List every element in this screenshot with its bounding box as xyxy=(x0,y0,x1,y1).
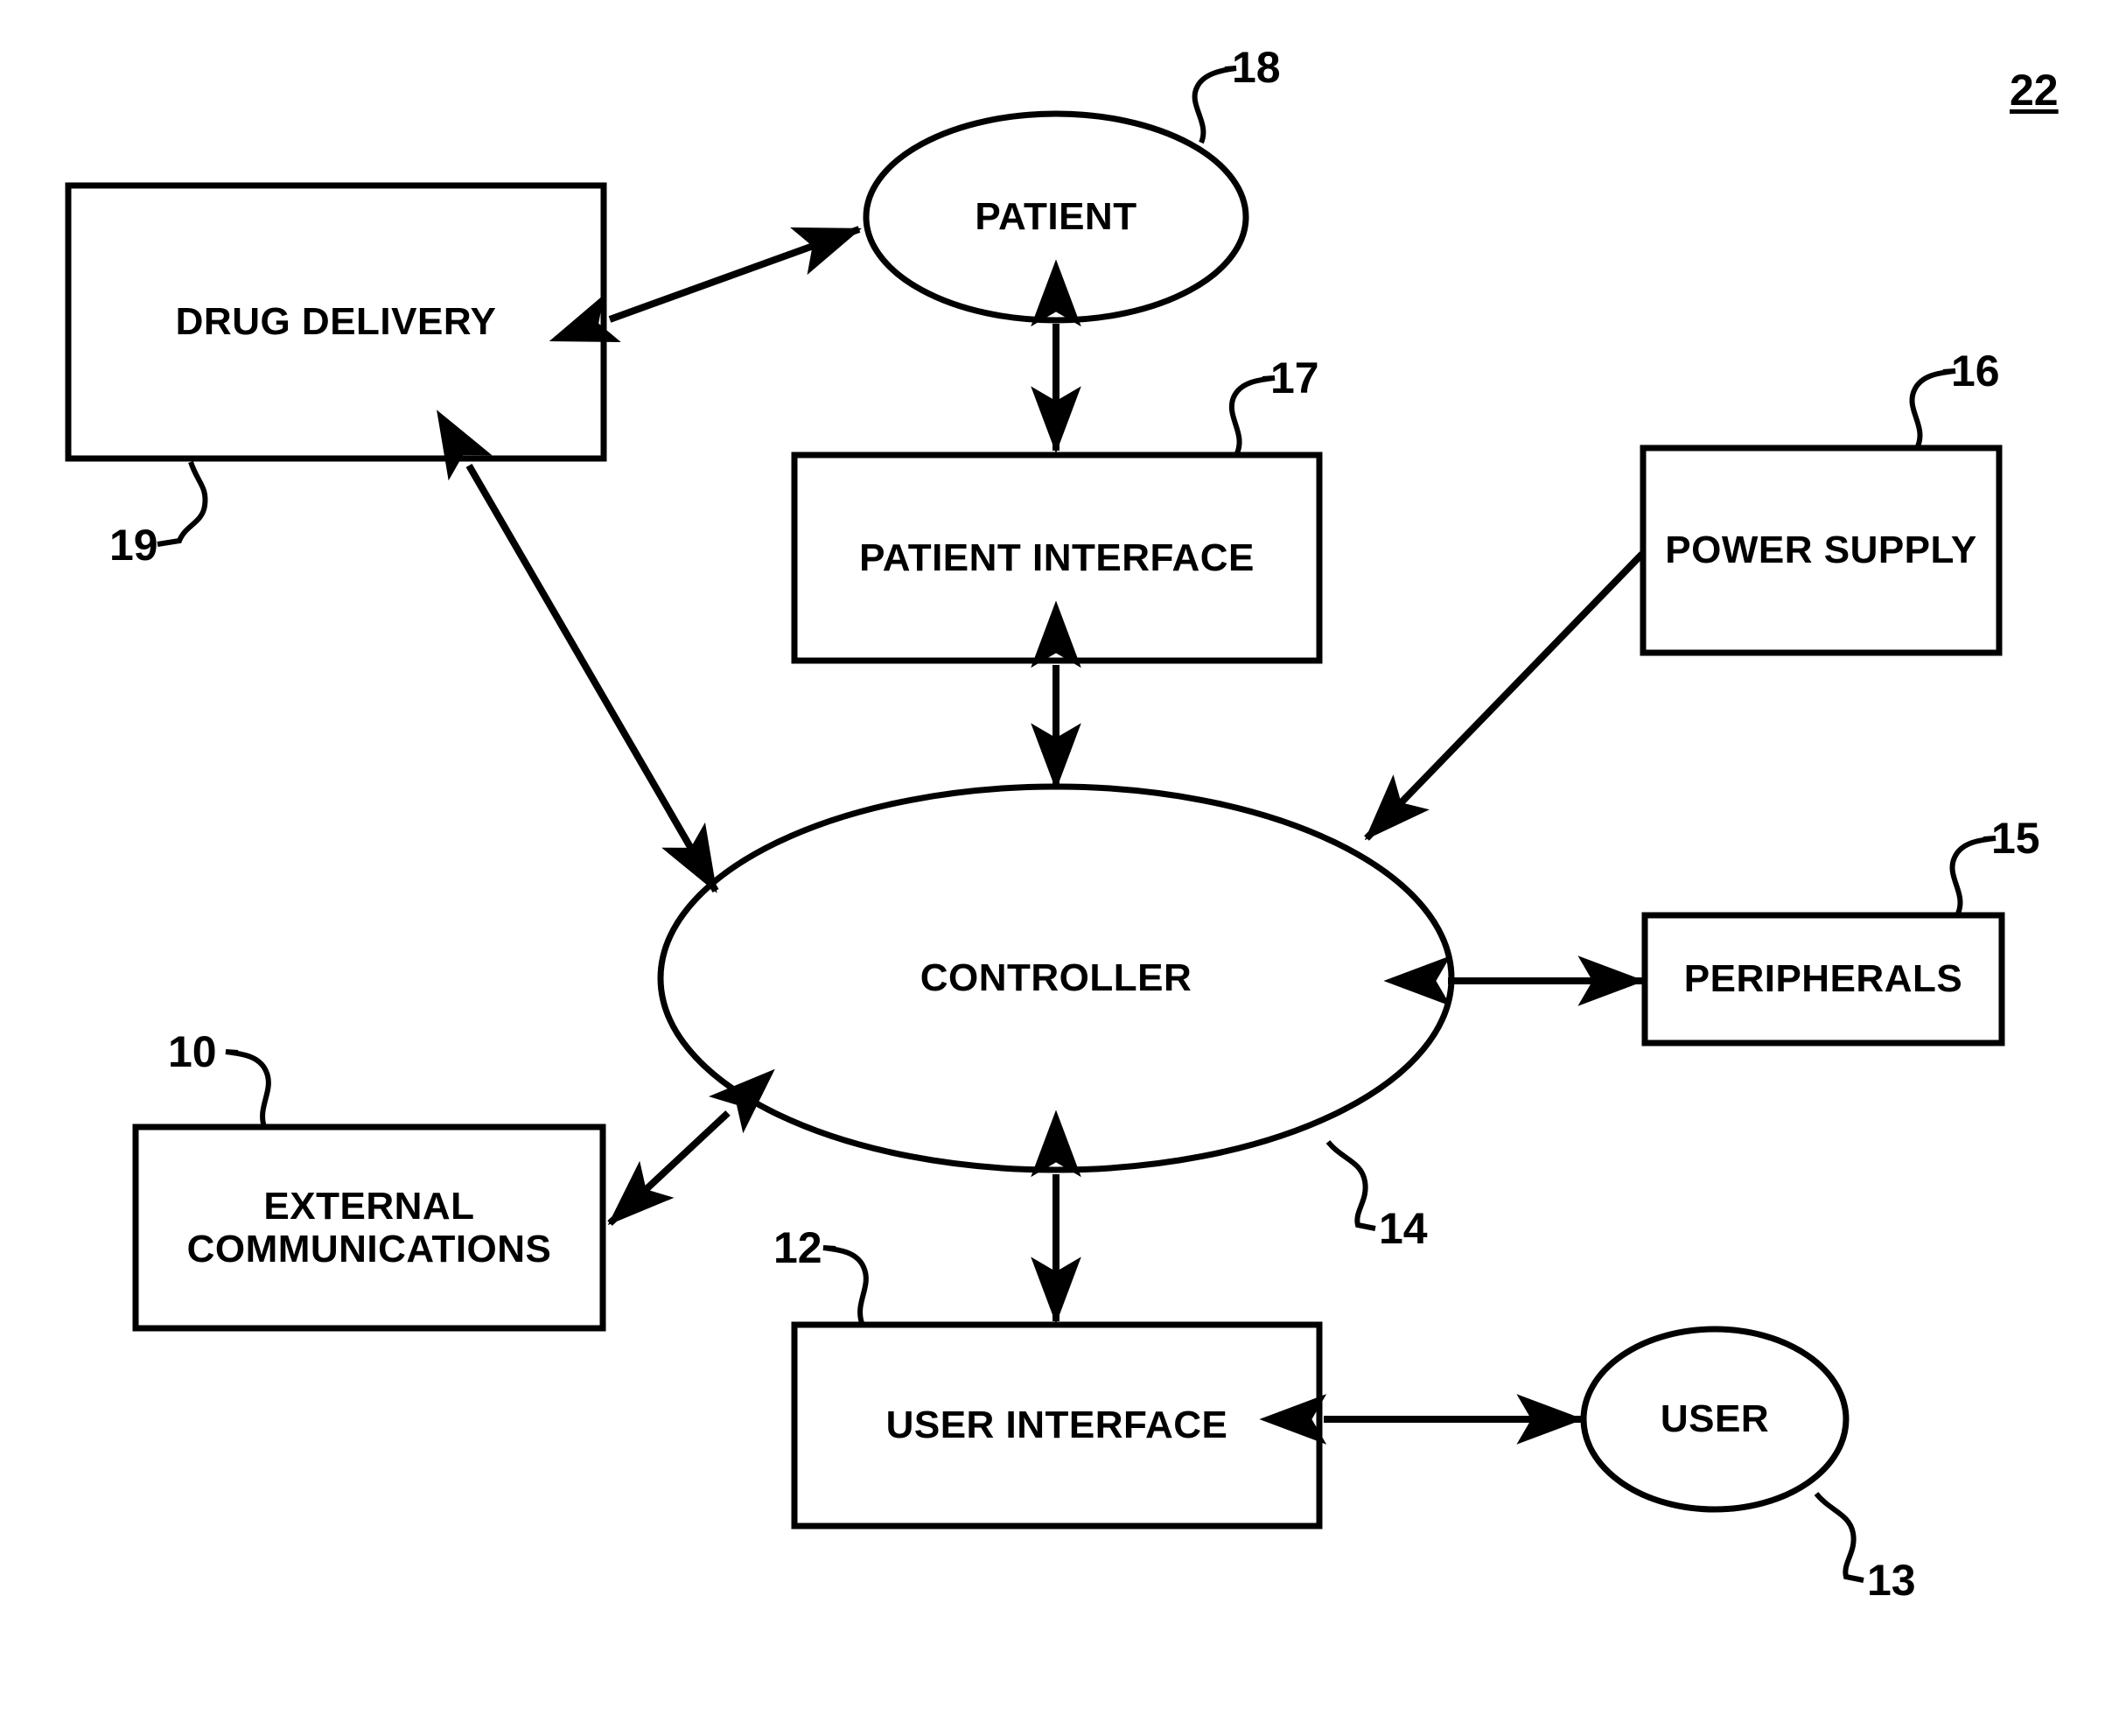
figure-number-22: 22 xyxy=(2010,66,2059,115)
node-shape-power-supply xyxy=(1640,444,2003,656)
leader-line-18 xyxy=(1192,66,1237,144)
ref-numeral-19: 19 xyxy=(109,521,158,570)
leader-line-13 xyxy=(1814,1492,1864,1583)
node-shape-drug-delivery xyxy=(65,182,607,462)
connector-drug-delivery-patient xyxy=(549,226,863,342)
leader-line-10 xyxy=(225,1049,271,1128)
leader-line-17 xyxy=(1229,375,1276,455)
ref-numeral-12: 12 xyxy=(773,1223,822,1272)
patent-figure-22: DRUG DELIVERY PATIENT PATIENT INTERFACE … xyxy=(0,0,2112,1736)
node-shape-user xyxy=(1580,1326,1850,1513)
node-shape-patient xyxy=(863,110,1249,324)
leader-line-12 xyxy=(822,1245,869,1324)
leader-line-16 xyxy=(1909,368,1956,448)
node-shape-user-interface xyxy=(791,1321,1323,1530)
connector-drug-delivery-controller xyxy=(437,410,719,893)
ref-numeral-18: 18 xyxy=(1232,43,1281,92)
node-shape-controller xyxy=(657,783,1455,1173)
node-shape-patient-interface xyxy=(791,452,1323,664)
leader-line-19 xyxy=(157,461,208,547)
ref-numeral-13: 13 xyxy=(1867,1556,1916,1605)
leader-line-15 xyxy=(1949,836,1997,915)
diagram-canvas xyxy=(65,66,2005,1583)
ref-numeral-10: 10 xyxy=(168,1027,217,1076)
node-shape-external-communications xyxy=(132,1124,606,1332)
connector-power-supply-controller xyxy=(1364,551,1645,841)
connector-controller-external-communications xyxy=(607,1068,775,1226)
leader-line-14 xyxy=(1325,1140,1376,1231)
ref-numeral-15: 15 xyxy=(1991,814,2040,863)
ref-numeral-17: 17 xyxy=(1270,354,1319,402)
ref-numeral-16: 16 xyxy=(1951,346,2000,396)
node-shape-peripherals xyxy=(1641,912,2005,1046)
ref-numeral-14: 14 xyxy=(1379,1204,1428,1253)
